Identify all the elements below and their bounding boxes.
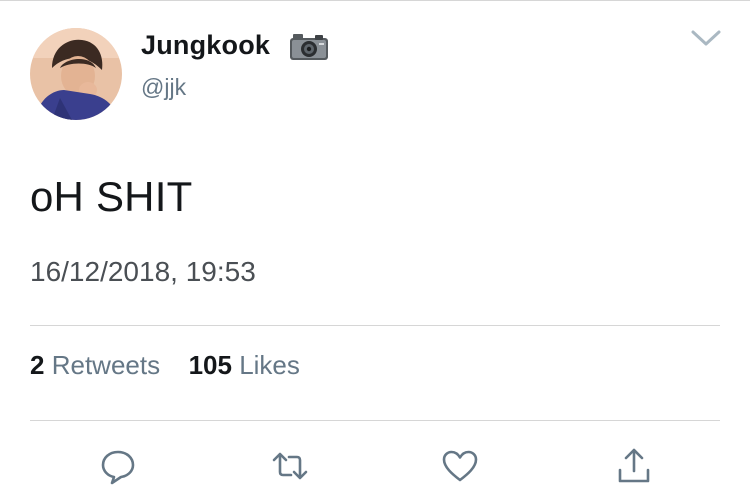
tweet-text: oH SHIT (30, 173, 193, 220)
chevron-down-icon[interactable] (690, 28, 722, 53)
likes-stat[interactable]: 105 Likes (189, 350, 300, 380)
likes-label: Likes (239, 350, 300, 380)
top-divider (0, 0, 750, 1)
like-button[interactable] (440, 446, 480, 486)
reply-button[interactable] (98, 446, 138, 486)
retweet-icon (270, 446, 310, 486)
share-button[interactable] (614, 446, 654, 486)
author-handle[interactable]: @jjk (141, 74, 186, 101)
author-display-name[interactable]: Jungkook (141, 30, 270, 61)
reply-icon (98, 446, 138, 486)
retweet-button[interactable] (270, 446, 310, 486)
likes-count: 105 (188, 350, 232, 380)
tweet-timestamp: 16/12/2018, 19:53 (30, 256, 256, 287)
retweets-stat[interactable]: 2 Retweets (30, 350, 167, 380)
tweet-stats: 2 Retweets 105 Likes (30, 350, 300, 381)
share-icon (614, 446, 654, 486)
retweets-label: Retweets (51, 350, 161, 380)
like-icon (440, 446, 480, 486)
divider (30, 420, 720, 421)
avatar[interactable] (30, 28, 122, 120)
divider (30, 325, 720, 326)
camera-icon (289, 33, 329, 66)
retweets-count: 2 (30, 350, 45, 380)
